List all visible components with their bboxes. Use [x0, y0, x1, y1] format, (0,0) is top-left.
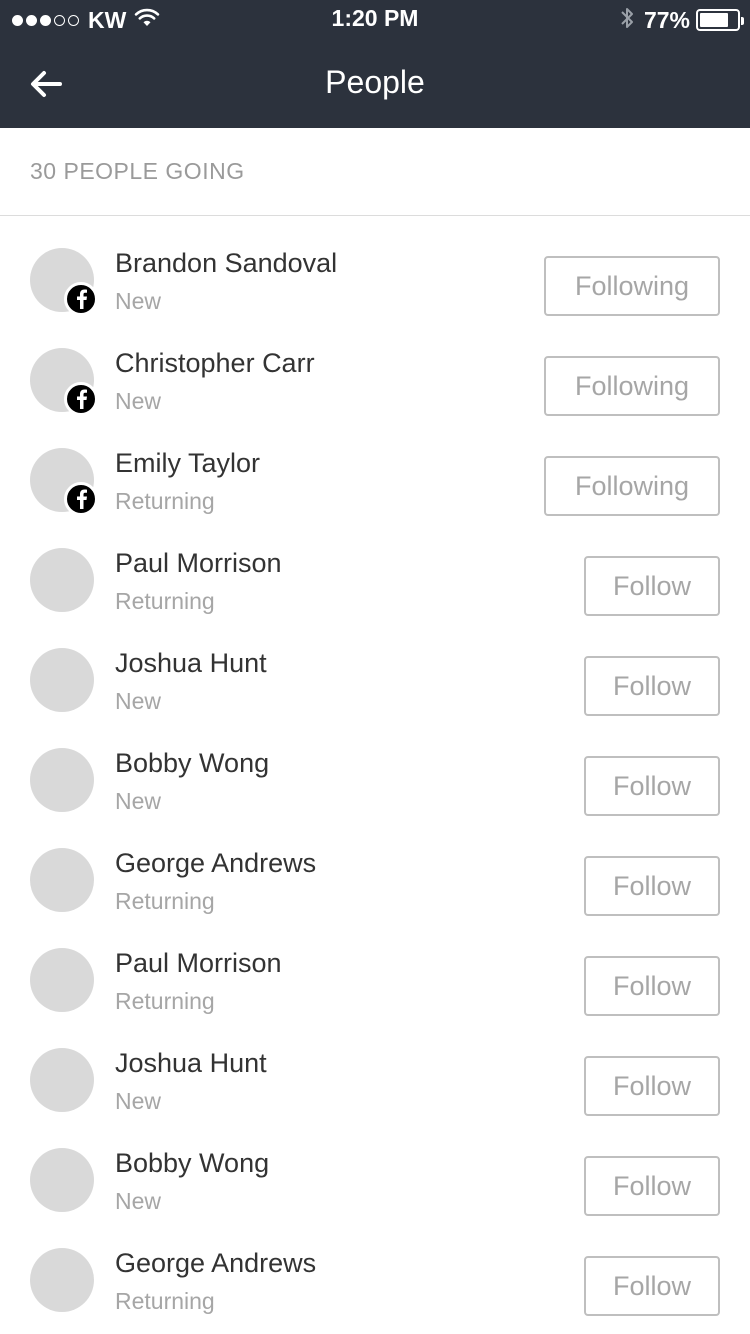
person-status: Returning: [115, 1288, 215, 1314]
avatar[interactable]: [30, 948, 94, 1012]
person-name[interactable]: Paul Morrison: [115, 948, 282, 979]
following-button[interactable]: Following: [544, 256, 720, 316]
person-status: Returning: [115, 588, 215, 614]
person-status: New: [115, 388, 162, 414]
avatar[interactable]: [30, 1248, 94, 1312]
list-item[interactable]: Brandon Sandoval New Following: [0, 216, 750, 316]
status-bar-right: 77%: [620, 6, 744, 35]
person-name[interactable]: Emily Taylor: [115, 448, 260, 479]
list-item[interactable]: George Andrews Returning Follow: [0, 1216, 750, 1316]
person-status: New: [115, 288, 162, 314]
person-status: Returning: [115, 488, 215, 514]
avatar[interactable]: [30, 1148, 94, 1212]
person-status: Returning: [115, 888, 215, 914]
attendee-count-label: 30 PEOPLE GOING: [30, 158, 245, 184]
following-button[interactable]: Following: [544, 456, 720, 516]
avatar[interactable]: [30, 848, 94, 912]
avatar[interactable]: [30, 748, 94, 812]
person-name[interactable]: Joshua Hunt: [115, 648, 267, 679]
follow-button[interactable]: Follow: [584, 856, 720, 916]
person-name[interactable]: George Andrews: [115, 1248, 316, 1279]
page-title: People: [325, 64, 425, 100]
list-item[interactable]: George Andrews Returning Follow: [0, 816, 750, 916]
facebook-icon: [64, 382, 98, 416]
follow-button[interactable]: Follow: [584, 1156, 720, 1216]
nav-bar: People: [0, 40, 750, 128]
facebook-icon: [64, 282, 98, 316]
follow-button[interactable]: Follow: [584, 756, 720, 816]
following-button[interactable]: Following: [544, 356, 720, 416]
person-name[interactable]: Brandon Sandoval: [115, 248, 337, 279]
person-name[interactable]: Joshua Hunt: [115, 1048, 267, 1079]
avatar[interactable]: [30, 548, 94, 612]
person-name[interactable]: Paul Morrison: [115, 548, 282, 579]
person-status: New: [115, 1088, 162, 1114]
avatar[interactable]: [30, 1048, 94, 1112]
list-item[interactable]: Paul Morrison Returning Follow: [0, 516, 750, 616]
list-item[interactable]: Bobby Wong New Follow: [0, 716, 750, 816]
follow-button[interactable]: Follow: [584, 1256, 720, 1316]
attendee-count-header: 30 PEOPLE GOING: [0, 128, 750, 216]
person-status: New: [115, 688, 162, 714]
list-item[interactable]: Paul Morrison Returning Follow: [0, 916, 750, 1016]
person-status: New: [115, 788, 162, 814]
follow-button[interactable]: Follow: [584, 656, 720, 716]
follow-button[interactable]: Follow: [584, 956, 720, 1016]
list-item[interactable]: Joshua Hunt New Follow: [0, 1016, 750, 1116]
battery-level: [700, 13, 728, 27]
people-list: Brandon Sandoval New Following Christopher …: [0, 216, 750, 1316]
list-item[interactable]: Joshua Hunt New Follow: [0, 616, 750, 716]
person-name[interactable]: Christopher Carr: [115, 348, 315, 379]
person-name[interactable]: George Andrews: [115, 848, 316, 879]
person-status: Returning: [115, 988, 215, 1014]
bluetooth-icon: [620, 6, 634, 35]
person-status: New: [115, 1188, 162, 1214]
follow-button[interactable]: Follow: [584, 1056, 720, 1116]
battery-percent: 77%: [643, 6, 690, 33]
follow-button[interactable]: Follow: [584, 556, 720, 616]
battery-icon: [696, 9, 744, 31]
person-name[interactable]: Bobby Wong: [115, 748, 269, 779]
facebook-icon: [64, 482, 98, 516]
status-bar: KW 1:20 PM 77%: [0, 0, 750, 40]
list-item[interactable]: Bobby Wong New Follow: [0, 1116, 750, 1216]
person-name[interactable]: Bobby Wong: [115, 1148, 269, 1179]
avatar[interactable]: [30, 648, 94, 712]
list-item[interactable]: Christopher Carr New Following: [0, 316, 750, 416]
list-item[interactable]: Emily Taylor Returning Following: [0, 416, 750, 516]
